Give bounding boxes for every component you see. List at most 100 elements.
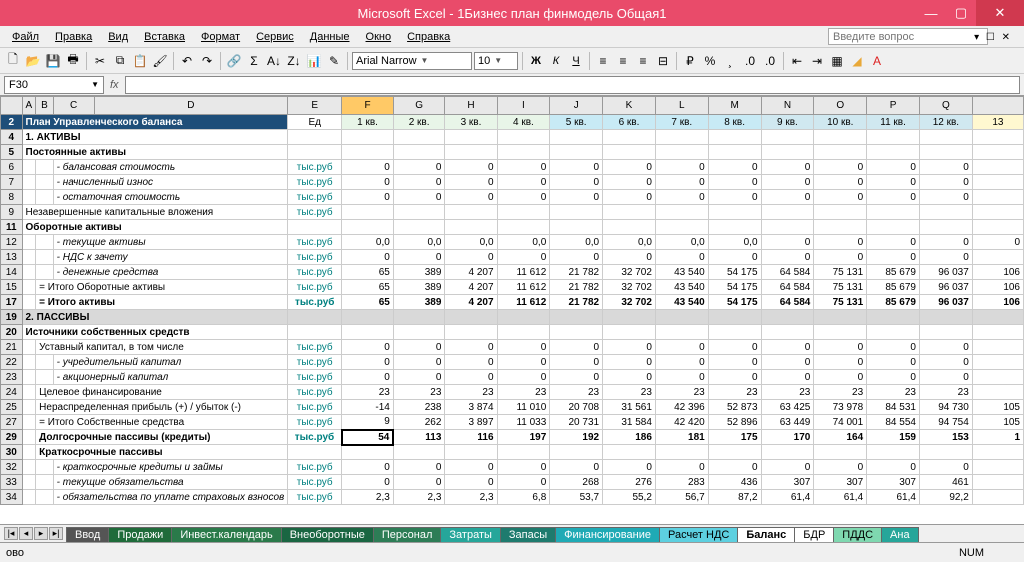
row-header-2[interactable]: 2	[1, 115, 23, 130]
cell[interactable]	[972, 205, 1023, 220]
increase-decimal-icon[interactable]: .0	[741, 52, 759, 70]
cell[interactable]: 65	[342, 295, 394, 310]
row-header-11[interactable]: 11	[1, 220, 23, 235]
cell[interactable]: 0,0	[393, 235, 445, 250]
cell[interactable]	[814, 205, 867, 220]
row-header-15[interactable]: 15	[1, 280, 23, 295]
align-left-icon[interactable]: ≡	[594, 52, 612, 70]
cell[interactable]: 0	[393, 340, 445, 355]
cell[interactable]: 0	[814, 250, 867, 265]
percent-icon[interactable]: %	[701, 52, 719, 70]
cell[interactable]: 32 702	[603, 265, 656, 280]
cell[interactable]: 85 679	[867, 265, 920, 280]
col-header-Q[interactable]: Q	[919, 97, 972, 115]
cell[interactable]: 53,7	[550, 490, 603, 505]
cell[interactable]: 0	[497, 160, 550, 175]
align-right-icon[interactable]: ≡	[634, 52, 652, 70]
cell[interactable]: 23	[655, 385, 708, 400]
cell[interactable]	[550, 220, 603, 235]
cell[interactable]	[708, 145, 761, 160]
cell[interactable]: 0	[445, 160, 497, 175]
cell[interactable]: 175	[708, 430, 761, 445]
cell[interactable]: 0	[603, 250, 656, 265]
cell[interactable]: 0	[867, 355, 920, 370]
cell[interactable]	[342, 220, 394, 235]
cell[interactable]: 31 584	[603, 415, 656, 430]
cell[interactable]: 0	[867, 175, 920, 190]
cell[interactable]	[342, 205, 394, 220]
cell[interactable]: 23	[919, 385, 972, 400]
cell[interactable]: 389	[393, 265, 445, 280]
cell[interactable]: 42 420	[655, 415, 708, 430]
copy-icon[interactable]: ⧉	[111, 52, 129, 70]
cell[interactable]: 31 561	[603, 400, 656, 415]
cell[interactable]	[550, 445, 603, 460]
cell[interactable]	[814, 130, 867, 145]
cell[interactable]: 0	[761, 370, 814, 385]
cell[interactable]	[708, 310, 761, 325]
chart-icon[interactable]: 📊	[305, 52, 323, 70]
cell[interactable]: 54 175	[708, 280, 761, 295]
cell[interactable]: 0	[708, 370, 761, 385]
cell[interactable]: 0	[655, 340, 708, 355]
cell[interactable]: 0	[761, 160, 814, 175]
cell[interactable]: 0	[708, 460, 761, 475]
cell[interactable]: 11 010	[497, 400, 550, 415]
sheet-tab-Затраты[interactable]: Затраты	[440, 527, 501, 542]
cell[interactable]: 0	[393, 475, 445, 490]
cell[interactable]: 0,0	[603, 235, 656, 250]
cell[interactable]: 61,4	[867, 490, 920, 505]
cell[interactable]	[708, 325, 761, 340]
cell[interactable]: 0	[393, 190, 445, 205]
cell[interactable]: 96 037	[919, 265, 972, 280]
cell[interactable]	[393, 325, 445, 340]
cell[interactable]: 0	[867, 370, 920, 385]
cell[interactable]: 0	[497, 175, 550, 190]
cell[interactable]: 0	[550, 340, 603, 355]
cell[interactable]: 0	[603, 175, 656, 190]
cell[interactable]	[972, 250, 1023, 265]
row-header-12[interactable]: 12	[1, 235, 23, 250]
cell[interactable]	[867, 220, 920, 235]
row-header-13[interactable]: 13	[1, 250, 23, 265]
col-header-G[interactable]: G	[393, 97, 445, 115]
sheet-tab-Ана[interactable]: Ана	[881, 527, 919, 542]
sheet-tab-Инвест.календарь[interactable]: Инвест.календарь	[171, 527, 281, 542]
cell[interactable]: 0	[550, 190, 603, 205]
cell[interactable]: 0	[814, 160, 867, 175]
cell[interactable]	[919, 145, 972, 160]
cell[interactable]: 0	[445, 370, 497, 385]
cell[interactable]: 0	[761, 355, 814, 370]
cell[interactable]	[497, 205, 550, 220]
cell[interactable]: 32 702	[603, 295, 656, 310]
col-header-F[interactable]: F	[342, 97, 394, 115]
cell[interactable]: 0	[761, 460, 814, 475]
cell[interactable]: 23	[814, 385, 867, 400]
cell[interactable]	[342, 445, 394, 460]
cell[interactable]	[708, 130, 761, 145]
cell[interactable]: 181	[655, 430, 708, 445]
row-header-24[interactable]: 24	[1, 385, 23, 400]
cell[interactable]: 64 584	[761, 295, 814, 310]
cell[interactable]: 56,7	[655, 490, 708, 505]
sheet-tab-Персонал[interactable]: Персонал	[373, 527, 442, 542]
cell[interactable]	[919, 445, 972, 460]
row-header-19[interactable]: 19	[1, 310, 23, 325]
cell[interactable]	[814, 220, 867, 235]
col-header-E[interactable]: E	[288, 97, 342, 115]
cell[interactable]: 9	[342, 415, 394, 430]
sheet-tab-ПДДС[interactable]: ПДДС	[833, 527, 882, 542]
cell[interactable]	[761, 220, 814, 235]
cell[interactable]	[655, 130, 708, 145]
cell[interactable]: 96 037	[919, 280, 972, 295]
tab-nav-next[interactable]: ▸	[34, 527, 48, 540]
row-header-23[interactable]: 23	[1, 370, 23, 385]
cell[interactable]	[655, 325, 708, 340]
cell[interactable]: 0	[655, 460, 708, 475]
fx-icon[interactable]: fx	[110, 79, 119, 91]
cell[interactable]: 1	[972, 430, 1023, 445]
cell[interactable]: 0	[342, 160, 394, 175]
cell[interactable]	[393, 205, 445, 220]
cell[interactable]: 0	[497, 250, 550, 265]
cell[interactable]	[603, 130, 656, 145]
